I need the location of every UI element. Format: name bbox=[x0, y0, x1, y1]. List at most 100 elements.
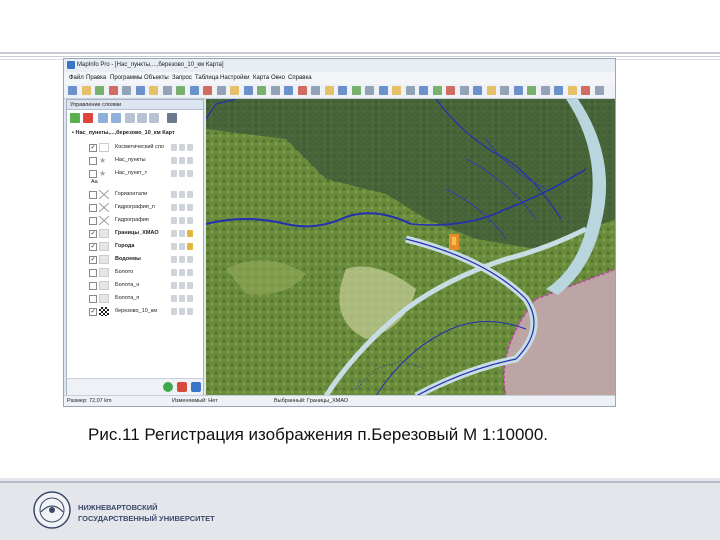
layer-select-icon[interactable] bbox=[171, 230, 177, 237]
toolbar-tool-icon[interactable] bbox=[284, 86, 293, 95]
menu-map[interactable]: Карта bbox=[253, 75, 269, 81]
toolbar-tool-icon[interactable] bbox=[324, 86, 334, 95]
toolbar-tool-icon[interactable] bbox=[513, 86, 523, 95]
layer-visibility-checkbox[interactable]: ✓ bbox=[89, 243, 97, 251]
layer-edit-icon[interactable] bbox=[187, 157, 193, 164]
layer-style-icon[interactable] bbox=[125, 113, 135, 123]
layer-visibility-checkbox[interactable] bbox=[89, 204, 97, 212]
toolbar-tool-icon[interactable] bbox=[243, 86, 253, 95]
layer-edit-icon[interactable] bbox=[187, 217, 193, 224]
layer-visibility-checkbox[interactable] bbox=[89, 217, 97, 225]
layer-select-icon[interactable] bbox=[171, 295, 177, 302]
layer-label-toggle-icon[interactable] bbox=[179, 269, 185, 276]
toolbar-tool-icon[interactable] bbox=[311, 86, 320, 95]
toolbar-tool-icon[interactable] bbox=[122, 86, 131, 95]
layer-select-icon[interactable] bbox=[171, 282, 177, 289]
toolbar-tool-icon[interactable] bbox=[446, 86, 455, 95]
cancel-icon[interactable] bbox=[177, 382, 187, 392]
layer-row[interactable]: Болота_п bbox=[67, 293, 203, 305]
apply-icon[interactable] bbox=[163, 382, 173, 392]
menu-edit[interactable]: Правка bbox=[86, 75, 106, 81]
layer-label-toggle-icon[interactable] bbox=[179, 308, 185, 315]
toolbar-icons-top[interactable] bbox=[347, 60, 615, 71]
layer-select-icon[interactable] bbox=[171, 144, 177, 151]
layer-up-icon[interactable] bbox=[98, 113, 108, 123]
layer-select-icon[interactable] bbox=[171, 204, 177, 211]
layer-options-icon[interactable] bbox=[167, 113, 177, 123]
layer-label-toggle-icon[interactable] bbox=[179, 170, 185, 177]
layer-visibility-checkbox[interactable] bbox=[89, 269, 97, 277]
layer-visibility-checkbox[interactable]: ✓ bbox=[89, 256, 97, 264]
layer-row[interactable]: Горизонтали bbox=[67, 189, 203, 201]
layer-label-toggle-icon[interactable] bbox=[179, 157, 185, 164]
toolbar-tool-icon[interactable] bbox=[176, 86, 185, 95]
layer-edit-icon[interactable] bbox=[187, 191, 193, 198]
layer-edit-icon[interactable] bbox=[187, 204, 193, 211]
toolbar-tool-icon[interactable] bbox=[135, 86, 145, 95]
toolbar-tool-icon[interactable] bbox=[257, 86, 266, 95]
menu-settings[interactable]: Настройки bbox=[220, 75, 249, 81]
toolbar-tool-icon[interactable] bbox=[189, 86, 199, 95]
toolbar-tool-icon[interactable] bbox=[486, 86, 496, 95]
toolbar-tool-icon[interactable] bbox=[216, 86, 226, 95]
toolbar-tool-icon[interactable] bbox=[203, 86, 212, 95]
layer-visibility-checkbox[interactable] bbox=[89, 282, 97, 290]
layer-select-icon[interactable] bbox=[171, 157, 177, 164]
toolbar-tool-icon[interactable] bbox=[108, 86, 118, 95]
menu-table[interactable]: Таблица bbox=[195, 75, 219, 81]
menu-window[interactable]: Окно bbox=[271, 75, 285, 81]
layer-edit-icon[interactable] bbox=[187, 308, 193, 315]
toolbar-tool-icon[interactable] bbox=[270, 86, 280, 95]
toolbar-tool-icon[interactable] bbox=[527, 86, 536, 95]
layer-down-icon[interactable] bbox=[111, 113, 121, 123]
menu-programs[interactable]: Программы bbox=[110, 75, 142, 81]
layer-label-toggle-icon[interactable] bbox=[179, 295, 185, 302]
layer-label-toggle-icon[interactable] bbox=[179, 217, 185, 224]
layer-row[interactable]: Болото bbox=[67, 267, 203, 279]
toolbar-tool-icon[interactable] bbox=[405, 86, 415, 95]
layer-select-icon[interactable] bbox=[171, 217, 177, 224]
toolbar-tool-icon[interactable] bbox=[297, 86, 307, 95]
toolbar-tool-icon[interactable] bbox=[419, 86, 428, 95]
layer-select-icon[interactable] bbox=[171, 243, 177, 250]
map-view[interactable] bbox=[206, 99, 615, 396]
toolbar-tool-icon[interactable] bbox=[473, 86, 482, 95]
layer-edit-icon[interactable] bbox=[187, 243, 193, 250]
map-tree-root[interactable]: ▪ Нас_пункты,...,березово_10_км Карт bbox=[72, 130, 175, 136]
layer-row[interactable]: ★ Нас_пункты bbox=[67, 155, 203, 167]
layer-visibility-checkbox[interactable]: ✓ bbox=[89, 308, 97, 316]
toolbar-tool-icon[interactable] bbox=[81, 86, 91, 95]
layer-label-toggle-icon[interactable] bbox=[179, 230, 185, 237]
layer-row[interactable]: ✓ Города bbox=[67, 241, 203, 253]
layer-label-toggle-icon[interactable] bbox=[179, 144, 185, 151]
layer-select-icon[interactable] bbox=[171, 269, 177, 276]
layer-label-toggle-icon[interactable] bbox=[179, 243, 185, 250]
layer-row[interactable]: ✓ Водоемы bbox=[67, 254, 203, 266]
toolbar-tool-icon[interactable] bbox=[378, 86, 388, 95]
layer-visibility-checkbox[interactable] bbox=[89, 157, 97, 165]
toolbar-tool-icon[interactable] bbox=[567, 86, 577, 95]
toolbar-tool-icon[interactable] bbox=[594, 86, 604, 95]
layer-edit-icon[interactable] bbox=[187, 256, 193, 263]
menu-help[interactable]: Справка bbox=[288, 75, 312, 81]
layer-label-toggle-icon[interactable] bbox=[179, 256, 185, 263]
toolbar-tool-icon[interactable] bbox=[459, 86, 469, 95]
layer-visibility-checkbox[interactable] bbox=[89, 295, 97, 303]
toolbar-tool-icon[interactable] bbox=[554, 86, 563, 95]
toolbar-tool-icon[interactable] bbox=[581, 86, 590, 95]
layer-row[interactable]: Гидрография_п bbox=[67, 202, 203, 214]
layer-row[interactable]: Болота_н bbox=[67, 280, 203, 292]
toolbar-tool-icon[interactable] bbox=[540, 86, 550, 95]
toolbar-tool-icon[interactable] bbox=[162, 86, 172, 95]
layer-visibility-checkbox[interactable] bbox=[89, 191, 97, 199]
toolbar-tool-icon[interactable] bbox=[68, 86, 77, 95]
layer-select-icon[interactable] bbox=[171, 308, 177, 315]
layer-edit-icon[interactable] bbox=[187, 282, 193, 289]
layer-row[interactable]: ★ Нас_пункт_т Aa bbox=[67, 168, 203, 185]
remove-layer-icon[interactable] bbox=[83, 113, 93, 123]
toolbar-tool-icon[interactable] bbox=[95, 86, 104, 95]
toolbar-tool-icon[interactable] bbox=[392, 86, 401, 95]
layer-label-toggle-icon[interactable] bbox=[179, 282, 185, 289]
layer-edit-icon[interactable] bbox=[187, 295, 193, 302]
toolbar-tool-icon[interactable] bbox=[149, 86, 158, 95]
